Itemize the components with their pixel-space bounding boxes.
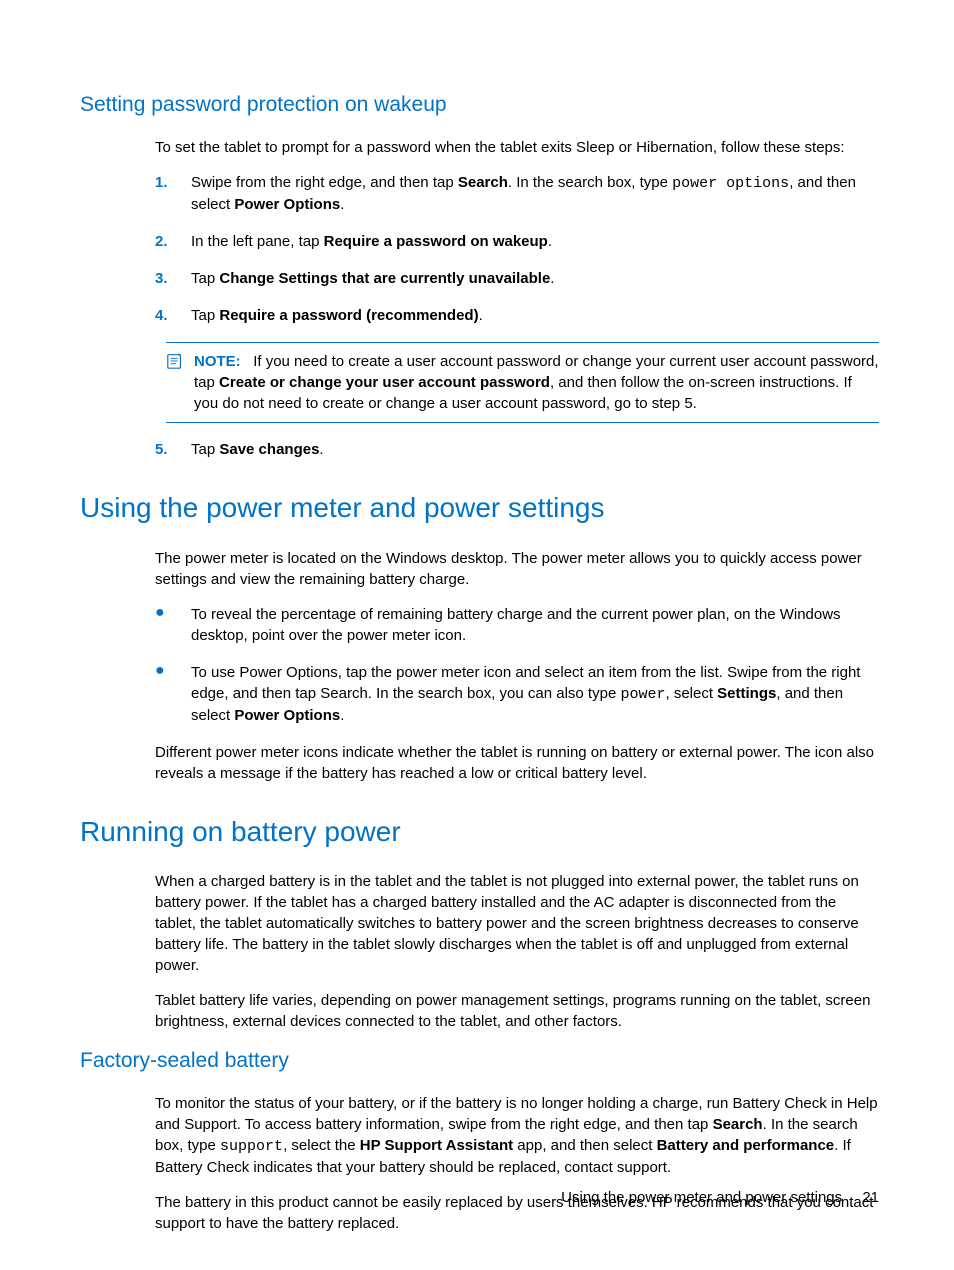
note-box: NOTE: If you need to create a user accou… [166, 342, 879, 423]
step-2: 2. In the left pane, tap Require a passw… [155, 231, 879, 252]
note-icon [166, 352, 188, 376]
bullet-content: To use Power Options, tap the power mete… [191, 662, 879, 726]
mono-support: support [220, 1138, 283, 1155]
bold-search: Search [458, 174, 508, 191]
bold-save-changes: Save changes [219, 441, 319, 458]
heading-password-protection: Setting password protection on wakeup [80, 90, 879, 119]
mono-power-options: power options [672, 175, 789, 192]
bold-settings: Settings [717, 685, 776, 702]
paragraph: Tablet battery life varies, depending on… [155, 990, 879, 1032]
heading-power-meter: Using the power meter and power settings [80, 488, 879, 527]
text: , select the [283, 1137, 360, 1154]
bold-require-recommended: Require a password (recommended) [219, 307, 478, 324]
step-number: 4. [155, 305, 191, 326]
text: . [550, 270, 554, 287]
text [245, 353, 253, 370]
bold-require-password: Require a password on wakeup [324, 233, 548, 250]
step-5: 5. Tap Save changes. [155, 439, 879, 460]
text: . In the search box, type [508, 174, 672, 191]
step-number: 5. [155, 439, 191, 460]
step-content: Swipe from the right edge, and then tap … [191, 172, 879, 215]
bold-battery-performance: Battery and performance [657, 1137, 835, 1154]
text: . [319, 441, 323, 458]
text: Tap [191, 270, 219, 287]
text: Swipe from the right edge, and then tap [191, 174, 458, 191]
bold-power-options: Power Options [234, 707, 340, 724]
step-number: 2. [155, 231, 191, 252]
bullet-content: To reveal the percentage of remaining ba… [191, 604, 879, 646]
closing-text: Different power meter icons indicate whe… [155, 742, 879, 784]
page-footer: Using the power meter and power settings… [80, 1187, 879, 1208]
text: , select [665, 685, 717, 702]
bullet-2: ● To use Power Options, tap the power me… [155, 662, 879, 726]
note-label: NOTE: [194, 353, 241, 370]
paragraph: When a charged battery is in the tablet … [155, 871, 879, 976]
paragraph: To monitor the status of your battery, o… [155, 1093, 879, 1178]
bullet-icon: ● [155, 604, 191, 622]
heading-battery-power: Running on battery power [80, 812, 879, 851]
bullet-icon: ● [155, 662, 191, 680]
page-number: 21 [862, 1189, 879, 1206]
text: Tap [191, 307, 219, 324]
bold-search: Search [713, 1116, 763, 1133]
step-content: In the left pane, tap Require a password… [191, 231, 879, 252]
step-content: Tap Change Settings that are currently u… [191, 268, 879, 289]
text: In the left pane, tap [191, 233, 324, 250]
note-content: NOTE: If you need to create a user accou… [194, 351, 879, 414]
text: . [340, 707, 344, 724]
heading-factory-sealed: Factory-sealed battery [80, 1046, 879, 1075]
text: Tap [191, 441, 219, 458]
step-number: 3. [155, 268, 191, 289]
step-1: 1. Swipe from the right edge, and then t… [155, 172, 879, 215]
bullet-1: ● To reveal the percentage of remaining … [155, 604, 879, 646]
bold-power-options: Power Options [234, 196, 340, 213]
text: . [479, 307, 483, 324]
step-4: 4. Tap Require a password (recommended). [155, 305, 879, 326]
text: . [548, 233, 552, 250]
text: app, and then select [513, 1137, 656, 1154]
bold-create-password: Create or change your user account passw… [219, 374, 550, 391]
text: . [340, 196, 344, 213]
step-number: 1. [155, 172, 191, 193]
bold-change-settings: Change Settings that are currently unava… [219, 270, 550, 287]
step-3: 3. Tap Change Settings that are currentl… [155, 268, 879, 289]
bold-hp-support-assistant: HP Support Assistant [360, 1137, 513, 1154]
step-content: Tap Require a password (recommended). [191, 305, 879, 326]
mono-power: power [620, 686, 665, 703]
intro-text: The power meter is located on the Window… [155, 548, 879, 590]
footer-text: Using the power meter and power settings [561, 1189, 842, 1206]
step-content: Tap Save changes. [191, 439, 879, 460]
intro-text: To set the tablet to prompt for a passwo… [155, 137, 879, 158]
